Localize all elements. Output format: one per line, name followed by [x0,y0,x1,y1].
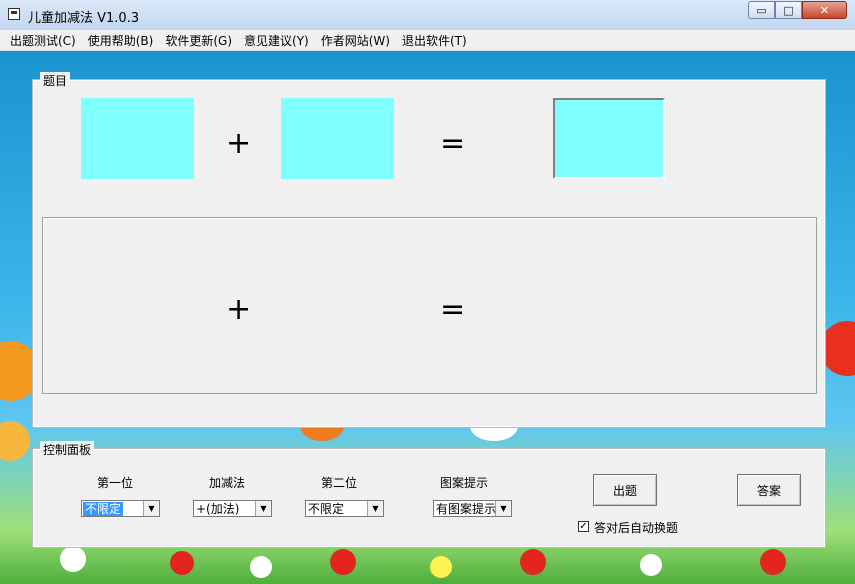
title-bar: 儿童加减法 V1.0.3 ▭ □ ✕ [0,0,855,31]
chevron-down-icon[interactable]: ▼ [255,501,271,516]
flower-decoration [170,551,194,575]
flower-decoration [520,549,546,575]
flower-decoration [640,554,662,576]
menu-bar: 出题测试(C) 使用帮助(B) 软件更新(G) 意见建议(Y) 作者网站(W) … [0,30,855,51]
close-icon[interactable]: ✕ [802,1,847,19]
chevron-down-icon[interactable]: ▼ [495,501,511,516]
app-icon [8,8,20,20]
window-title: 儿童加减法 V1.0.3 [28,11,140,26]
maximize-icon[interactable]: □ [775,1,802,19]
control-legend: 控制面板 [40,441,95,458]
second-digit-label: 第二位 [321,476,358,490]
flower-decoration [820,321,855,376]
operation-label: 加减法 [209,476,246,490]
answer-input-box[interactable] [553,98,665,179]
menu-item-help[interactable]: 使用帮助(B) [82,32,160,49]
flower-decoration [60,546,86,572]
operator-sign: + [226,126,252,161]
first-digit-value: 不限定 [83,502,124,516]
pattern-hint-value: 有图案提示 [436,502,497,516]
hint-operator-sign: + [226,292,252,327]
chevron-down-icon[interactable]: ▼ [143,501,159,516]
menu-item-update[interactable]: 软件更新(G) [159,32,238,49]
operation-value: +(加法) [196,502,240,516]
operation-select[interactable]: +(加法) ▼ [193,500,272,517]
flower-decoration [760,549,786,575]
flower-decoration [430,556,452,578]
minimize-icon[interactable]: ▭ [748,1,775,19]
menu-item-test[interactable]: 出题测试(C) [0,32,82,49]
menu-item-website[interactable]: 作者网站(W) [315,32,396,49]
flower-decoration [250,556,272,578]
auto-next-checkbox[interactable]: ✓ [578,521,589,532]
second-digit-select[interactable]: 不限定 ▼ [305,500,384,517]
hint-equals-sign: = [440,292,466,327]
flower-decoration [330,549,356,575]
first-digit-select[interactable]: 不限定 ▼ [81,500,160,517]
window-controls: ▭ □ ✕ [748,1,847,19]
chevron-down-icon[interactable]: ▼ [367,501,383,516]
show-answer-button[interactable]: 答案 [737,474,801,506]
menu-item-exit[interactable]: 退出软件(T) [396,32,473,49]
hint-pattern-panel: + = [42,217,817,394]
second-digit-value: 不限定 [308,502,345,516]
second-number-box [281,98,394,179]
control-panel: 控制面板 第一位 不限定 ▼ 加减法 +(加法) ▼ 第二位 不限定 ▼ 图案提… [33,441,825,547]
equals-sign: = [440,126,466,161]
generate-question-button[interactable]: 出题 [593,474,657,506]
question-panel: 题目 + = + = [33,72,825,427]
question-legend: 题目 [40,72,71,89]
pattern-hint-label: 图案提示 [440,476,489,490]
first-digit-label: 第一位 [97,476,134,490]
pattern-hint-select[interactable]: 有图案提示 ▼ [433,500,512,517]
menu-item-feedback[interactable]: 意见建议(Y) [238,32,315,49]
auto-next-label: 答对后自动换题 [594,521,679,535]
first-number-box [81,98,194,179]
flower-decoration [0,421,30,461]
